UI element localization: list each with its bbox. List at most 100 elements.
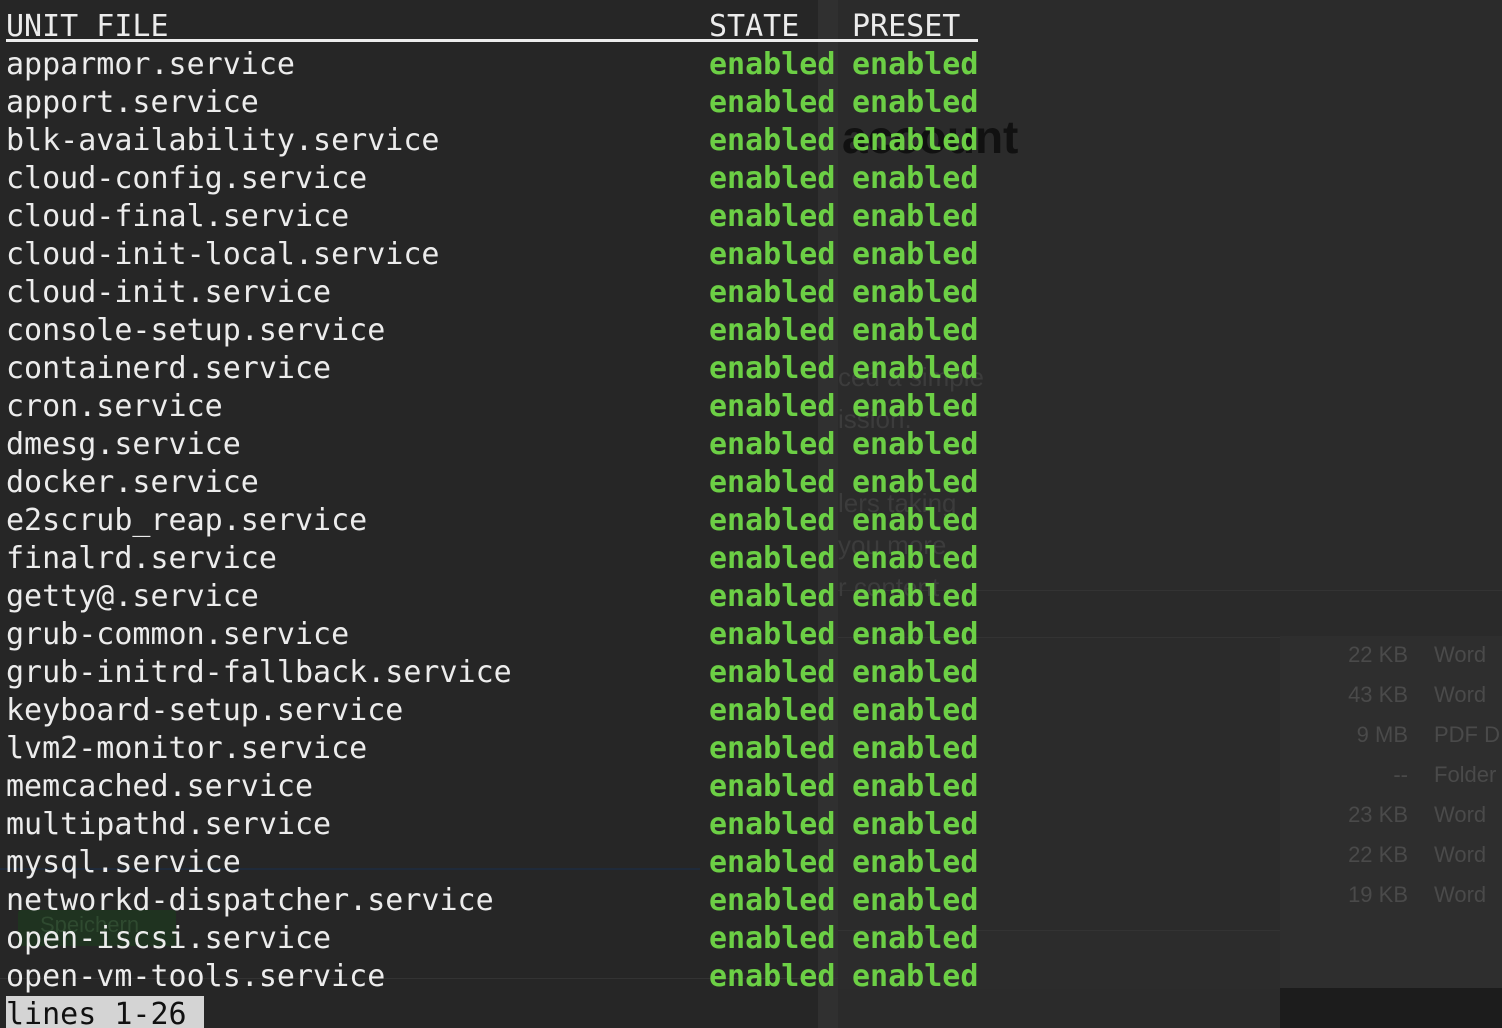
table-row: containerd.service enabled enabled	[6, 350, 986, 388]
background-dock-area	[1280, 988, 1502, 1028]
unit-state: enabled	[709, 541, 836, 576]
unit-preset: enabled	[852, 313, 979, 348]
unit-preset: enabled	[852, 731, 979, 766]
unit-state: enabled	[709, 313, 836, 348]
unit-preset: enabled	[852, 617, 979, 652]
unit-file-name: keyboard-setup.service	[6, 693, 404, 728]
table-row: open-vm-tools.service enabled enabled	[6, 958, 986, 996]
file-size: --	[1393, 762, 1408, 787]
unit-state: enabled	[709, 199, 836, 234]
unit-preset: enabled	[852, 693, 979, 728]
unit-file-name: open-vm-tools.service	[6, 959, 386, 994]
unit-file-name: e2scrub_reap.service	[6, 503, 368, 538]
unit-state: enabled	[709, 693, 836, 728]
unit-file-name: console-setup.service	[6, 313, 386, 348]
table-row: cloud-init.service enabled enabled	[6, 274, 986, 312]
file-size: 19 KB	[1348, 882, 1408, 907]
unit-preset: enabled	[852, 161, 979, 196]
unit-state: enabled	[709, 921, 836, 956]
unit-state: enabled	[709, 845, 836, 880]
file-kind: Word	[1434, 842, 1487, 867]
table-row: networkd-dispatcher.service enabled enable…	[6, 882, 986, 920]
table-row: cloud-config.service enabled enabled	[6, 160, 986, 198]
unit-state: enabled	[709, 503, 836, 538]
unit-state: enabled	[709, 85, 836, 120]
table-row: memcached.service enabled enabled	[6, 768, 986, 806]
unit-state: enabled	[709, 617, 836, 652]
unit-state: enabled	[709, 959, 836, 994]
unit-file-name: mysql.service	[6, 845, 241, 880]
unit-file-name: cloud-init-local.service	[6, 237, 440, 272]
unit-state: enabled	[709, 47, 836, 82]
unit-state: enabled	[709, 579, 836, 614]
unit-file-name: cloud-final.service	[6, 199, 350, 234]
unit-preset: enabled	[852, 655, 979, 690]
unit-preset: enabled	[852, 427, 979, 462]
unit-preset: enabled	[852, 845, 979, 880]
unit-preset: enabled	[852, 275, 979, 310]
table-row: cloud-init-local.service enabled enabled	[6, 236, 986, 274]
unit-preset: enabled	[852, 579, 979, 614]
terminal-output[interactable]: UNIT FILE STATE PRESET apparmor.service e…	[0, 0, 1000, 1028]
unit-state: enabled	[709, 807, 836, 842]
table-row: grub-common.service enabled enabled	[6, 616, 986, 654]
table-row: mysql.service enabled enabled	[6, 844, 986, 882]
unit-preset: enabled	[852, 921, 979, 956]
unit-file-name: apport.service	[6, 85, 259, 120]
unit-file-name: open-iscsi.service	[6, 921, 332, 956]
file-kind: Word	[1434, 802, 1487, 827]
file-kind: PDF D	[1434, 722, 1500, 747]
table-row: lvm2-monitor.service enabled enabled	[6, 730, 986, 768]
unit-file-name: cloud-config.service	[6, 161, 368, 196]
table-row: finalrd.service enabled enabled	[6, 540, 986, 578]
table-row: cron.service enabled enabled	[6, 388, 986, 426]
file-kind: Folder	[1434, 762, 1497, 787]
table-row: grub-initrd-fallback.service enabled enabl…	[6, 654, 986, 692]
unit-state: enabled	[709, 731, 836, 766]
unit-file-name: networkd-dispatcher.service	[6, 883, 494, 918]
table-row: keyboard-setup.service enabled enabled	[6, 692, 986, 730]
unit-preset: enabled	[852, 959, 979, 994]
unit-preset: enabled	[852, 351, 979, 386]
unit-state: enabled	[709, 161, 836, 196]
table-row: e2scrub_reap.service enabled enabled	[6, 502, 986, 540]
file-size: 22 KB	[1348, 842, 1408, 867]
header-underline	[6, 39, 978, 42]
unit-state: enabled	[709, 351, 836, 386]
unit-file-name: docker.service	[6, 465, 259, 500]
unit-preset: enabled	[852, 123, 979, 158]
unit-file-name: getty@.service	[6, 579, 259, 614]
unit-state: enabled	[709, 769, 836, 804]
unit-preset: enabled	[852, 237, 979, 272]
unit-state: enabled	[709, 427, 836, 462]
unit-file-name: memcached.service	[6, 769, 314, 804]
table-row: blk-availability.service enabled enabled	[6, 122, 986, 160]
unit-file-name: blk-availability.service	[6, 123, 440, 158]
table-row: multipathd.service enabled enabled	[6, 806, 986, 844]
table-row: apport.service enabled enabled	[6, 84, 986, 122]
table-row: console-setup.service enabled enabled	[6, 312, 986, 350]
unit-state: enabled	[709, 655, 836, 690]
unit-state: enabled	[709, 237, 836, 272]
unit-state: enabled	[709, 123, 836, 158]
unit-preset: enabled	[852, 389, 979, 424]
unit-preset: enabled	[852, 503, 979, 538]
unit-state: enabled	[709, 275, 836, 310]
unit-file-name: finalrd.service	[6, 541, 277, 576]
file-kind: Word	[1434, 642, 1487, 667]
unit-preset: enabled	[852, 47, 979, 82]
unit-preset: enabled	[852, 883, 979, 918]
unit-file-name: grub-common.service	[6, 617, 350, 652]
unit-state: enabled	[709, 465, 836, 500]
unit-file-name: grub-initrd-fallback.service	[6, 655, 512, 690]
table-row: dmesg.service enabled enabled	[6, 426, 986, 464]
unit-preset: enabled	[852, 465, 979, 500]
unit-file-name: lvm2-monitor.service	[6, 731, 368, 766]
unit-preset: enabled	[852, 541, 979, 576]
table-row: open-iscsi.service enabled enabled	[6, 920, 986, 958]
table-row: cloud-final.service enabled enabled	[6, 198, 986, 236]
table-row: docker.service enabled enabled	[6, 464, 986, 502]
unit-state: enabled	[709, 883, 836, 918]
unit-file-name: cron.service	[6, 389, 223, 424]
unit-preset: enabled	[852, 85, 979, 120]
